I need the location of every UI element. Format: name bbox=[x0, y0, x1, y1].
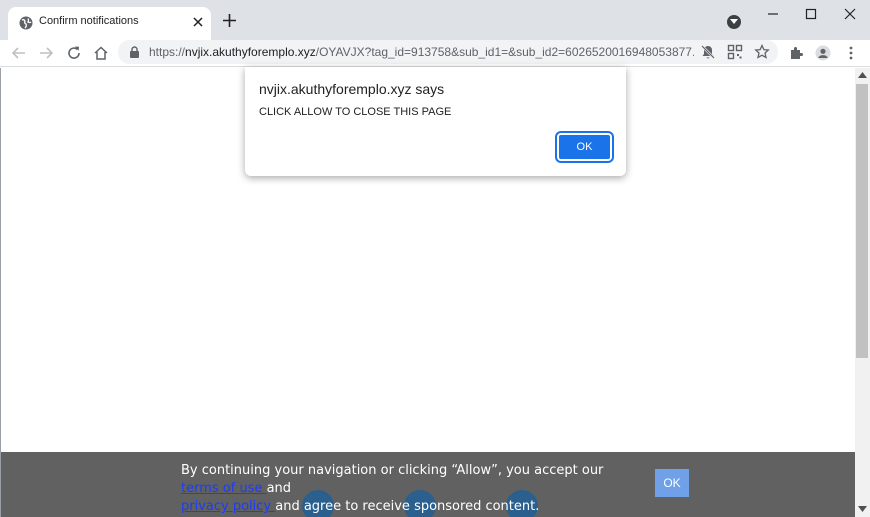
toolbar: https://nvjix.akuthyforemplo.xyz/OYAVJX?… bbox=[0, 40, 870, 67]
scrollbar-thumb[interactable] bbox=[856, 84, 868, 358]
url-path: /OYAVJX?tag_id=913758&sub_id1=&sub_id2=6… bbox=[315, 45, 694, 59]
banner-text-and: and bbox=[266, 481, 292, 496]
tab-confirm-notifications[interactable]: Confirm notifications bbox=[8, 7, 211, 40]
banner-text-start: By continuing your navigation or clickin… bbox=[181, 463, 604, 478]
more-menu-icon[interactable] bbox=[843, 45, 859, 61]
back-arrow-icon[interactable] bbox=[11, 45, 27, 61]
globe-icon bbox=[19, 16, 33, 30]
minimize-icon[interactable] bbox=[764, 5, 782, 23]
close-icon[interactable] bbox=[192, 16, 204, 28]
consent-banner: By continuing your navigation or clickin… bbox=[1, 452, 855, 517]
extensions-puzzle-icon[interactable] bbox=[788, 45, 804, 61]
tab-title: Confirm notifications bbox=[39, 15, 139, 27]
privacy-policy-link[interactable]: privacy policy bbox=[181, 499, 275, 514]
url-host: nvjix.akuthyforemplo.xyz bbox=[185, 45, 316, 59]
new-tab-icon[interactable] bbox=[222, 13, 237, 28]
scroll-up-arrow-icon[interactable] bbox=[858, 72, 867, 78]
scroll-down-arrow-icon[interactable] bbox=[858, 506, 867, 512]
notifications-blocked-icon[interactable] bbox=[700, 44, 716, 60]
forward-arrow-icon[interactable] bbox=[38, 45, 54, 61]
alert-dialog: nvjix.akuthyforemplo.xyz says CLICK ALLO… bbox=[245, 67, 626, 176]
url-scheme: https:// bbox=[149, 45, 186, 59]
star-bookmark-icon[interactable] bbox=[754, 44, 770, 60]
qr-code-icon[interactable] bbox=[727, 44, 743, 60]
home-icon[interactable] bbox=[93, 45, 109, 61]
browser-window: Confirm notifications https://nvjix.akut… bbox=[0, 0, 870, 517]
tab-search-button[interactable] bbox=[727, 15, 741, 29]
banner-ok-button[interactable]: OK bbox=[655, 469, 689, 497]
maximize-icon[interactable] bbox=[802, 5, 820, 23]
terms-of-use-link[interactable]: terms of use bbox=[181, 481, 267, 496]
alert-title: nvjix.akuthyforemplo.xyz says bbox=[259, 81, 445, 97]
profile-avatar-icon[interactable] bbox=[815, 45, 831, 61]
tab-strip: Confirm notifications bbox=[0, 0, 870, 40]
lock-icon[interactable] bbox=[129, 46, 140, 58]
chevron-down-icon bbox=[730, 19, 738, 24]
banner-text-end: and agree to receive sponsored content. bbox=[275, 499, 540, 514]
alert-ok-button[interactable]: OK bbox=[555, 131, 614, 163]
url-text[interactable]: https://nvjix.akuthyforemplo.xyz/OYAVJX?… bbox=[149, 45, 694, 59]
address-bar[interactable]: https://nvjix.akuthyforemplo.xyz/OYAVJX?… bbox=[118, 40, 778, 64]
alert-message: CLICK ALLOW TO CLOSE THIS PAGE bbox=[259, 106, 452, 118]
reload-icon[interactable] bbox=[66, 45, 82, 61]
window-close-icon[interactable] bbox=[841, 5, 859, 23]
banner-message: By continuing your navigation or clickin… bbox=[181, 462, 641, 516]
